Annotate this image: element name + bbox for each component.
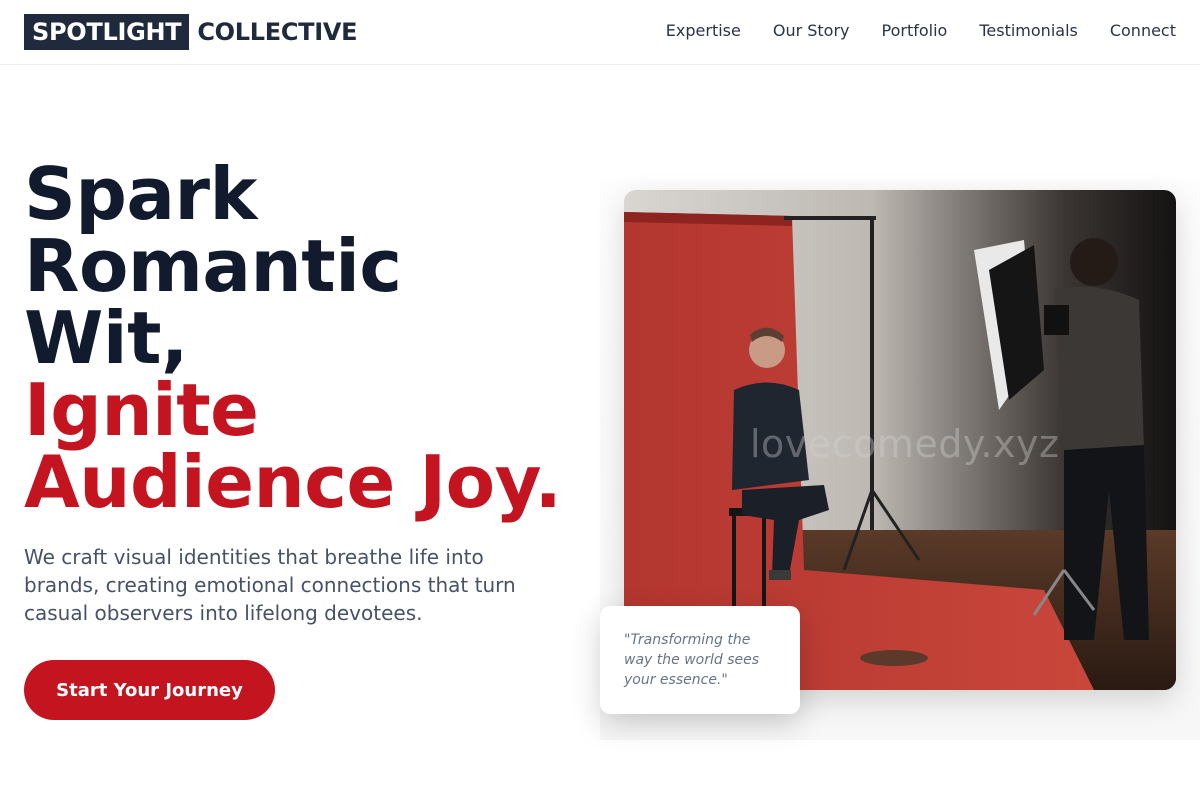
nav-portfolio[interactable]: Portfolio: [882, 21, 948, 40]
headline-line-2: Romantic: [24, 224, 402, 308]
logo-text: COLLECTIVE: [197, 18, 358, 46]
main-nav: Expertise Our Story Portfolio Testimonia…: [666, 21, 1176, 40]
quote-text: "Transforming the way the world sees you…: [624, 632, 760, 688]
headline-line-5: Audience Joy.: [24, 440, 562, 524]
headline-line-1: Spark: [24, 152, 257, 236]
hero-subtitle: We craft visual identities that breathe …: [24, 545, 516, 625]
start-journey-button[interactable]: Start Your Journey: [24, 660, 275, 720]
headline-line-4: Ignite: [24, 368, 259, 452]
logo-highlight: SPOTLIGHT: [24, 14, 190, 50]
nav-expertise[interactable]: Expertise: [666, 21, 741, 40]
hero-headline: Spark Romantic Wit, Ignite Audience Joy.: [24, 152, 562, 524]
nav-our-story[interactable]: Our Story: [773, 21, 850, 40]
quote-card: "Transforming the way the world sees you…: [600, 606, 800, 714]
site-header: SPOTLIGHT COLLECTIVE Expertise Our Story…: [0, 0, 1200, 65]
nav-connect[interactable]: Connect: [1110, 21, 1176, 40]
image-watermark: lovecomedy.xyz: [750, 422, 1060, 466]
nav-testimonials[interactable]: Testimonials: [979, 21, 1078, 40]
headline-line-3: Wit,: [24, 296, 188, 380]
logo[interactable]: SPOTLIGHT COLLECTIVE: [24, 14, 358, 50]
